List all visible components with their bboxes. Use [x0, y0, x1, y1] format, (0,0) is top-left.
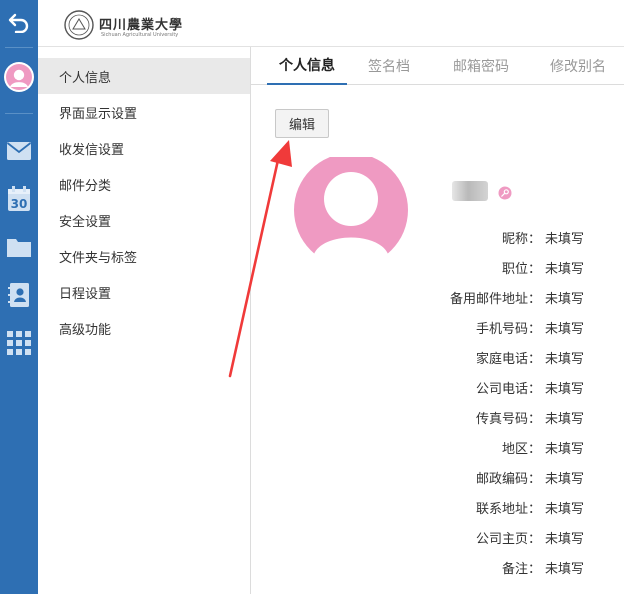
rail-divider — [5, 47, 33, 48]
profile-field-value: 未填写 — [545, 292, 585, 307]
settings-item-send-receive[interactable]: 收发信设置 — [38, 130, 250, 166]
calendar-icon[interactable]: 30 — [0, 182, 38, 216]
settings-item-calendar[interactable]: 日程设置 — [38, 274, 250, 310]
username-redacted — [452, 181, 488, 201]
tab-personal-info[interactable]: 个人信息 — [267, 47, 347, 85]
profile-field-row: 昵称： 未填写 — [252, 228, 624, 248]
university-name-cn: 四川農業大學 — [99, 18, 184, 33]
contacts-icon[interactable] — [0, 278, 38, 312]
profile-field-value: 未填写 — [545, 232, 585, 247]
profile-field-value: 未填写 — [545, 262, 585, 277]
profile-field-label: 职位： — [501, 262, 541, 277]
profile-field-row: 备注： 未填写 — [252, 558, 624, 578]
profile-field-row: 联系地址： 未填写 — [252, 498, 624, 518]
profile-field-label: 传真号码： — [475, 412, 541, 427]
settings-item-mail-category[interactable]: 邮件分类 — [38, 166, 250, 202]
header-bar: 四川農業大學 Sichuan Agricultural University — [38, 0, 624, 47]
settings-item-display[interactable]: 界面显示设置 — [38, 94, 250, 130]
edit-button[interactable]: 编辑 — [275, 109, 329, 138]
profile-field-row: 公司电话： 未填写 — [252, 378, 624, 398]
profile-field-value: 未填写 — [545, 382, 585, 397]
profile-field-row: 公司主页： 未填写 — [252, 528, 624, 548]
profile-field-label: 昵称： — [501, 232, 541, 247]
key-icon[interactable] — [498, 186, 512, 200]
folder-icon[interactable] — [0, 230, 38, 264]
settings-item-personal-info[interactable]: 个人信息 — [38, 58, 250, 94]
profile-field-label: 邮政编码： — [475, 472, 541, 487]
profile-field-row: 地区： 未填写 — [252, 438, 624, 458]
profile-field-value: 未填写 — [545, 412, 585, 427]
profile-field-value: 未填写 — [545, 352, 585, 367]
mail-settings-window: 30 四川農業大學 Sichuan Agricultural Universit… — [0, 0, 624, 594]
university-logo: 四川農業大學 Sichuan Agricultural University — [64, 10, 210, 42]
university-name-en: Sichuan Agricultural University — [101, 32, 179, 38]
back-arrow-icon[interactable] — [0, 5, 38, 39]
profile-field-row: 传真号码： 未填写 — [252, 408, 624, 428]
tab-mailbox-password[interactable]: 邮箱密码 — [446, 47, 516, 85]
rail-divider — [5, 113, 33, 114]
tab-signature[interactable]: 签名档 — [359, 47, 419, 85]
profile-field-row: 备用邮件地址： 未填写 — [252, 288, 624, 308]
settings-tabs: 个人信息 签名档 邮箱密码 修改别名 — [251, 47, 624, 85]
apps-grid-icon[interactable] — [0, 326, 38, 360]
profile-field-label: 家庭电话： — [475, 352, 541, 367]
profile-field-label: 手机号码： — [475, 322, 541, 337]
settings-sidebar: 个人信息 界面显示设置 收发信设置 邮件分类 安全设置 文件夹与标签 日程设置 … — [38, 47, 251, 594]
profile-field-row: 家庭电话： 未填写 — [252, 348, 624, 368]
tab-change-alias[interactable]: 修改别名 — [543, 47, 613, 85]
profile-field-value: 未填写 — [545, 502, 585, 517]
profile-field-value: 未填写 — [545, 562, 585, 577]
calendar-day-number: 30 — [11, 197, 28, 211]
university-seal-icon — [64, 10, 94, 40]
profile-field-label: 地区： — [501, 442, 541, 457]
mail-icon[interactable] — [0, 134, 38, 168]
profile-field-label: 备用邮件地址： — [449, 292, 541, 307]
profile-field-label: 备注： — [501, 562, 541, 577]
profile-field-row: 手机号码： 未填写 — [252, 318, 624, 338]
profile-field-value: 未填写 — [545, 532, 585, 547]
settings-item-security[interactable]: 安全设置 — [38, 202, 250, 238]
profile-field-value: 未填写 — [545, 322, 585, 337]
profile-avatar-icon[interactable] — [4, 62, 34, 92]
profile-field-row: 职位： 未填写 — [252, 258, 624, 278]
profile-field-value: 未填写 — [545, 442, 585, 457]
profile-field-row: 邮政编码： 未填写 — [252, 468, 624, 488]
profile-field-label: 联系地址： — [475, 502, 541, 517]
settings-item-advanced[interactable]: 高级功能 — [38, 310, 250, 346]
profile-field-label: 公司主页： — [475, 532, 541, 547]
profile-field-value: 未填写 — [545, 472, 585, 487]
settings-item-folders-labels[interactable]: 文件夹与标签 — [38, 238, 250, 274]
app-rail: 30 — [0, 0, 38, 594]
profile-field-label: 公司电话： — [475, 382, 541, 397]
